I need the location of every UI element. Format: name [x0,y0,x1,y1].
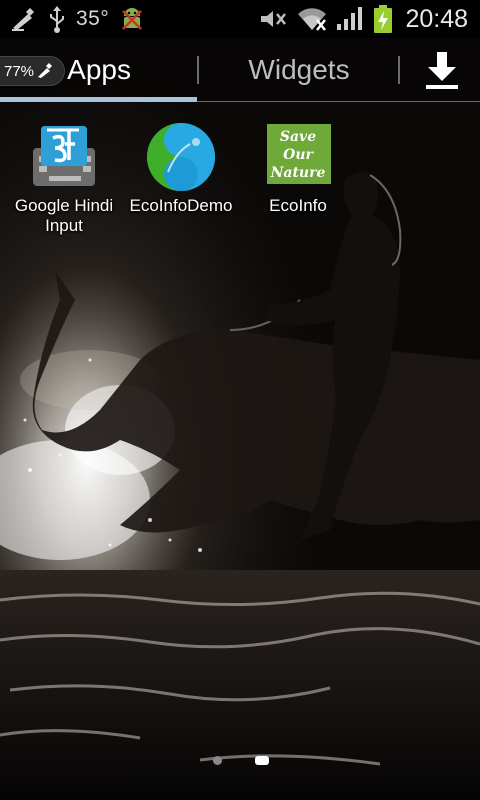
tab-divider [398,56,400,84]
tab-apps-label: Apps [67,54,131,85]
download-icon [424,50,460,90]
cleaner-icon [10,4,38,34]
svg-text:Our: Our [283,147,314,163]
save-our-nature-icon: Save Our Nature [263,122,333,192]
wifi-icon [297,4,327,34]
ecoinfo-demo-icon [146,122,216,192]
download-button[interactable] [404,38,480,102]
wallpaper-image [0,0,480,800]
app-google-hindi-input[interactable]: Google Hindi Input [4,122,124,236]
page-dot[interactable] [213,756,222,765]
selected-tab-indicator [0,97,197,102]
status-bar: 35° 20:48 [0,0,480,38]
signal-icon [335,4,365,34]
temperature-text: 35° [76,7,110,30]
tab-divider [197,56,199,84]
android-debug-icon [119,4,145,34]
app-ecoinfodemo[interactable]: EcoInfoDemo [121,122,241,216]
tab-widgets[interactable]: Widgets [200,38,398,102]
svg-text:Nature: Nature [270,165,326,181]
app-ecoinfo[interactable]: Save Our Nature EcoInfo [238,122,358,216]
mute-icon [259,4,289,34]
app-label: Google Hindi Input [14,196,114,235]
google-hindi-input-icon [29,122,99,192]
page-indicator [0,756,480,766]
app-label: EcoInfoDemo [129,196,233,215]
clock-time: 20:48 [405,4,468,33]
svg-text:Save: Save [280,129,316,145]
battery-charging-icon [373,4,393,34]
tab-apps[interactable]: Apps [0,38,197,102]
page-dot-current[interactable] [255,756,269,765]
app-label: EcoInfo [269,196,327,215]
tab-widgets-label: Widgets [248,54,350,85]
app-drawer-tab-bar: 77% Apps Widgets [0,38,480,102]
usb-icon [48,4,66,34]
